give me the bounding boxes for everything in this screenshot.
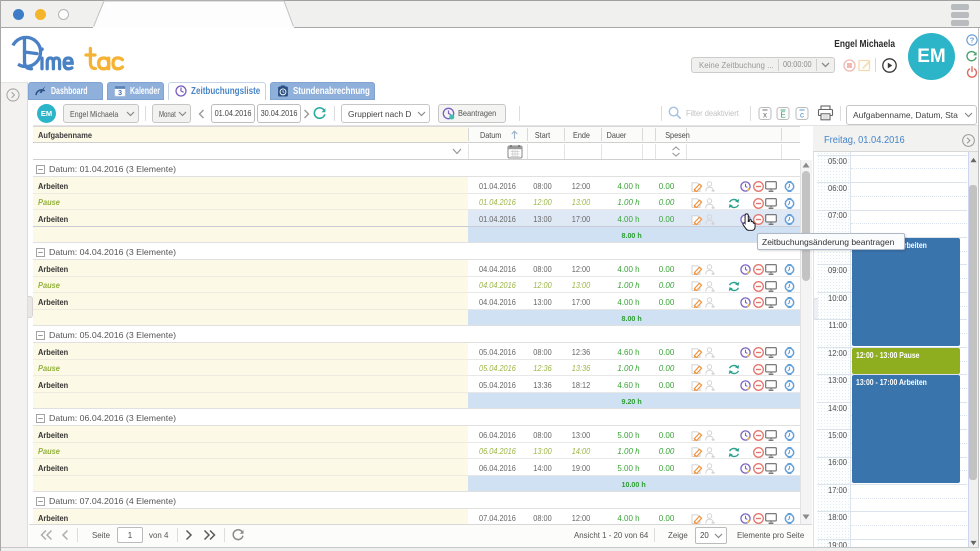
svg-text:c: c xyxy=(800,111,804,120)
svg-text:3: 3 xyxy=(118,88,122,97)
svg-text:x: x xyxy=(763,111,767,120)
svg-text:?: ? xyxy=(970,36,975,45)
svg-text:E: E xyxy=(780,111,785,120)
